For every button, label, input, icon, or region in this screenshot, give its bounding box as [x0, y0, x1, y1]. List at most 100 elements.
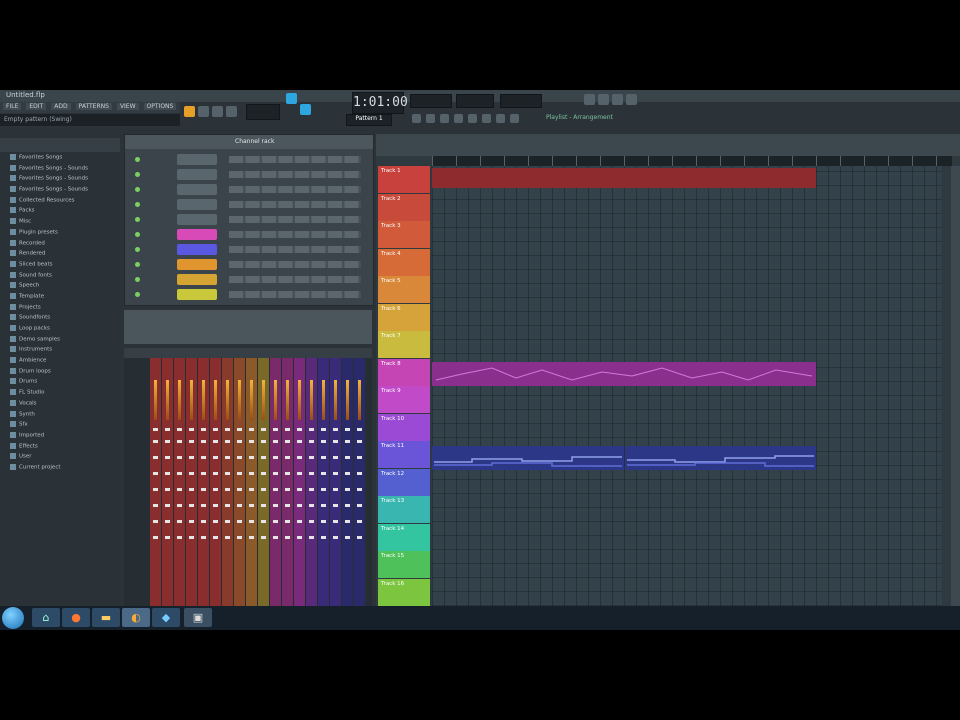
app-icon[interactable]: ▣: [184, 608, 212, 627]
browser-item[interactable]: Instruments: [6, 346, 120, 357]
mixer-knob[interactable]: [165, 536, 170, 539]
channel-led-icon[interactable]: [135, 262, 140, 267]
slice-tool-icon[interactable]: [482, 114, 491, 123]
mixer-knob[interactable]: [273, 520, 278, 523]
mixer-knob[interactable]: [321, 456, 326, 459]
channel-name-button[interactable]: [177, 214, 217, 225]
browser-item[interactable]: User: [6, 453, 120, 464]
mixer-knob[interactable]: [345, 488, 350, 491]
channel-row[interactable]: [125, 153, 373, 166]
step-sequencer[interactable]: [229, 201, 361, 208]
mixer-knob[interactable]: [237, 472, 242, 475]
mixer-knob[interactable]: [321, 520, 326, 523]
track-header[interactable]: Track 11: [378, 441, 430, 468]
mixer-knob[interactable]: [225, 520, 230, 523]
mixer-knob[interactable]: [213, 520, 218, 523]
piano-roll-icon[interactable]: [598, 94, 609, 105]
mixer-knob[interactable]: [153, 472, 158, 475]
mixer-knob[interactable]: [201, 504, 206, 507]
mixer-knob[interactable]: [273, 472, 278, 475]
mixer-knob[interactable]: [261, 428, 266, 431]
mixer-knob[interactable]: [201, 440, 206, 443]
mixer-knob[interactable]: [357, 428, 362, 431]
mixer-strip[interactable]: [318, 358, 329, 606]
mixer-knob[interactable]: [189, 456, 194, 459]
mixer-knob[interactable]: [345, 456, 350, 459]
mixer-knob[interactable]: [345, 428, 350, 431]
track-header[interactable]: Track 5: [378, 276, 430, 303]
mixer-knob[interactable]: [237, 520, 242, 523]
channel-led-icon[interactable]: [135, 247, 140, 252]
channel-led-icon[interactable]: [135, 232, 140, 237]
mixer-knob[interactable]: [297, 488, 302, 491]
mixer-knob[interactable]: [249, 440, 254, 443]
playlist-grid[interactable]: [432, 166, 942, 606]
mixer-strip[interactable]: [342, 358, 353, 606]
mixer-knob[interactable]: [333, 440, 338, 443]
mixer-knob[interactable]: [309, 472, 314, 475]
mixer-knob[interactable]: [273, 536, 278, 539]
playlist-icon[interactable]: [584, 94, 595, 105]
mixer-knob[interactable]: [201, 456, 206, 459]
mixer-knob[interactable]: [309, 456, 314, 459]
track-header[interactable]: Track 8: [378, 358, 430, 386]
mixer-knob[interactable]: [297, 536, 302, 539]
mixer-knob[interactable]: [177, 504, 182, 507]
mixer-knob[interactable]: [309, 440, 314, 443]
step-sequencer[interactable]: [229, 171, 361, 178]
mixer-knob[interactable]: [165, 428, 170, 431]
mixer-knob[interactable]: [213, 472, 218, 475]
mixer-knob[interactable]: [177, 456, 182, 459]
mixer-knob[interactable]: [213, 504, 218, 507]
mute-tool-icon[interactable]: [468, 114, 477, 123]
track-header[interactable]: Track 15: [378, 551, 430, 578]
stop-button[interactable]: [212, 106, 223, 117]
mixer-knob[interactable]: [189, 520, 194, 523]
mixer-knob[interactable]: [261, 504, 266, 507]
snap-icon[interactable]: [412, 114, 421, 123]
step-sequencer[interactable]: [229, 186, 361, 193]
browser-item[interactable]: Packs: [6, 207, 120, 218]
channel-row[interactable]: [125, 213, 373, 226]
mixer-knob[interactable]: [177, 520, 182, 523]
mixer-knob[interactable]: [321, 428, 326, 431]
mixer-strip[interactable]: [294, 358, 305, 606]
mixer-knob[interactable]: [213, 428, 218, 431]
browser-item[interactable]: Favorites Songs - Sounds: [6, 164, 120, 176]
mixer-knob[interactable]: [213, 536, 218, 539]
mixer-knob[interactable]: [309, 428, 314, 431]
mixer-knob[interactable]: [153, 440, 158, 443]
browser-item[interactable]: Projects: [6, 303, 120, 315]
mixer-knob[interactable]: [345, 520, 350, 523]
step-sequencer[interactable]: [229, 156, 361, 163]
mixer-knob[interactable]: [357, 440, 362, 443]
channel-name-button[interactable]: [177, 154, 217, 165]
zoom-tool-icon[interactable]: [510, 114, 519, 123]
mixer-knob[interactable]: [333, 456, 338, 459]
channel-row[interactable]: [125, 273, 373, 286]
browser-item[interactable]: Drums: [6, 378, 120, 389]
clip-bass-b[interactable]: [625, 446, 816, 470]
mixer-knob[interactable]: [297, 428, 302, 431]
paint-tool-icon[interactable]: [440, 114, 449, 123]
mixer-knob[interactable]: [153, 488, 158, 491]
channel-led-icon[interactable]: [135, 157, 140, 162]
menu-add[interactable]: ADD: [51, 103, 71, 110]
media-icon[interactable]: ◐: [122, 608, 150, 627]
step-sequencer[interactable]: [229, 246, 361, 253]
mixer-knob[interactable]: [357, 488, 362, 491]
mixer-knob[interactable]: [297, 472, 302, 475]
browser-item[interactable]: Soundfonts: [6, 314, 120, 325]
mixer-knob[interactable]: [261, 456, 266, 459]
mixer-knob[interactable]: [333, 472, 338, 475]
mixer-knob[interactable]: [189, 488, 194, 491]
mixer-knob[interactable]: [237, 536, 242, 539]
pattern-song-toggle[interactable]: [184, 106, 195, 117]
mixer-knob[interactable]: [309, 536, 314, 539]
mixer-knob[interactable]: [309, 488, 314, 491]
mixer-knob[interactable]: [177, 488, 182, 491]
mixer-knob[interactable]: [153, 428, 158, 431]
mixer-knob[interactable]: [357, 504, 362, 507]
channel-name-button[interactable]: [177, 199, 217, 210]
browser-item[interactable]: Speech: [6, 282, 120, 293]
